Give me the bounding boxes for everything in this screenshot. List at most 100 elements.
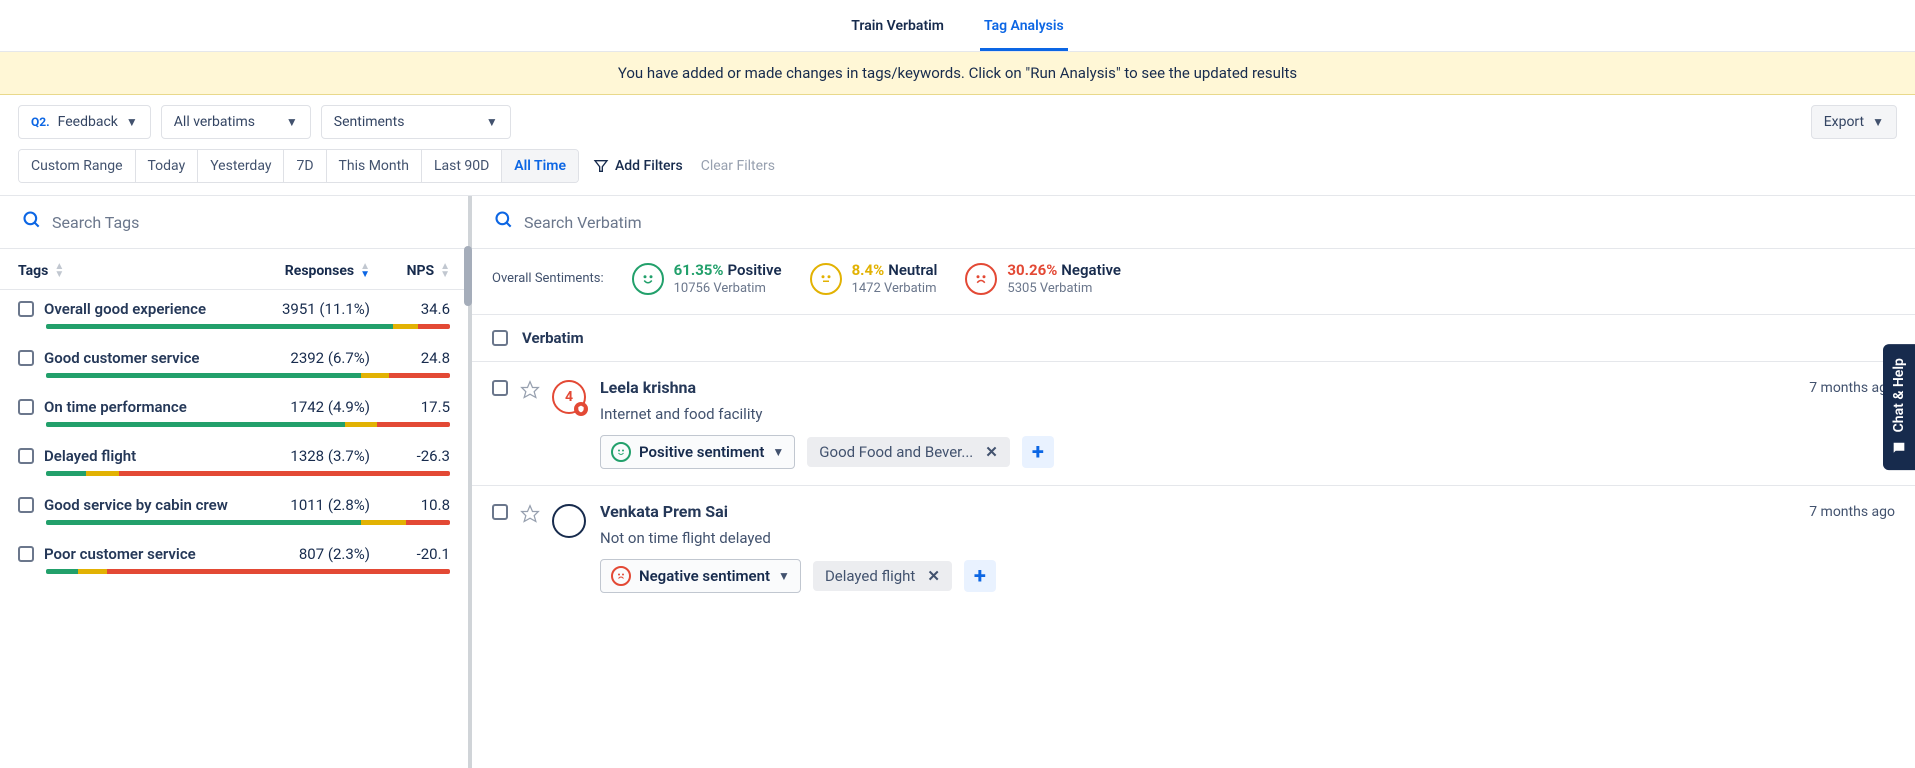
overall-sentiments-label: Overall Sentiments: bbox=[492, 271, 604, 286]
search-icon bbox=[494, 210, 514, 234]
col-tags-label[interactable]: Tags bbox=[18, 263, 48, 279]
chevron-down-icon: ▼ bbox=[126, 115, 138, 129]
verbatim-author: Venkata Prem Sai bbox=[600, 502, 728, 521]
scrollbar-thumb[interactable] bbox=[464, 246, 472, 306]
remove-tag-icon[interactable]: ✕ bbox=[923, 567, 944, 585]
date-all-time[interactable]: All Time bbox=[502, 150, 578, 182]
date-today[interactable]: Today bbox=[136, 150, 199, 182]
verbatim-text: Not on time flight delayed bbox=[600, 529, 1895, 547]
verbatim-panel: Search Verbatim Overall Sentiments: 61.3… bbox=[472, 196, 1915, 768]
negative-label: Negative bbox=[1061, 261, 1121, 279]
date-this-month[interactable]: This Month bbox=[327, 150, 422, 182]
sort-icon[interactable]: ▲▼ bbox=[440, 263, 450, 279]
tag-name: Good service by cabin crew bbox=[44, 496, 240, 514]
verbatim-author: Leela krishna bbox=[600, 378, 696, 397]
sort-icon[interactable]: ▲▼ bbox=[54, 263, 64, 279]
add-filters-button[interactable]: Add Filters bbox=[593, 158, 683, 174]
tag-chip: Delayed flight ✕ bbox=[813, 561, 952, 591]
notice-bar: You have added or made changes in tags/k… bbox=[0, 52, 1915, 95]
sentiment-bar bbox=[46, 569, 450, 574]
chevron-down-icon: ▼ bbox=[772, 445, 784, 459]
question-label: Feedback bbox=[58, 114, 118, 130]
sentiment-bar bbox=[46, 422, 450, 427]
positive-count: 10756 Verbatim bbox=[674, 281, 782, 296]
tag-row[interactable]: On time performance 1742 (4.9%) 17.5 bbox=[0, 388, 468, 437]
date-7d[interactable]: 7D bbox=[284, 150, 326, 182]
verbatim-checkbox[interactable] bbox=[492, 380, 508, 396]
tag-checkbox[interactable] bbox=[18, 399, 34, 415]
tag-checkbox[interactable] bbox=[18, 546, 34, 562]
tab-train-verbatim[interactable]: Train Verbatim bbox=[847, 10, 948, 51]
tab-tag-analysis[interactable]: Tag Analysis bbox=[980, 10, 1068, 51]
filter-icon bbox=[593, 158, 609, 174]
star-icon[interactable] bbox=[520, 380, 540, 404]
verbatim-filter-dropdown[interactable]: All verbatims ▼ bbox=[161, 105, 311, 139]
add-filters-label: Add Filters bbox=[615, 158, 683, 174]
sort-icon[interactable]: ▲▼ bbox=[360, 263, 370, 279]
tag-checkbox[interactable] bbox=[18, 350, 34, 366]
chevron-down-icon: ▼ bbox=[778, 569, 790, 583]
sentiment-filter-label: Sentiments bbox=[334, 114, 405, 130]
search-icon bbox=[22, 210, 42, 234]
tag-nps: 17.5 bbox=[380, 398, 450, 416]
verbatim-filter-label: All verbatims bbox=[174, 114, 255, 130]
date-90d[interactable]: Last 90D bbox=[422, 150, 502, 182]
tag-count: 2392 (6.7%) bbox=[250, 349, 370, 367]
main-split: Search Tags Tags ▲▼ Responses ▲▼ NPS ▲▼ bbox=[0, 195, 1915, 768]
search-verbatim[interactable]: Search Verbatim bbox=[472, 196, 1915, 248]
tag-row[interactable]: Good service by cabin crew 1011 (2.8%) 1… bbox=[0, 486, 468, 535]
sentiment-bar bbox=[46, 373, 450, 378]
sentiment-positive: 61.35%Positive 10756 Verbatim bbox=[632, 261, 782, 296]
sentiment-bar bbox=[46, 520, 450, 525]
tag-name: Poor customer service bbox=[44, 545, 240, 563]
select-all-checkbox[interactable] bbox=[492, 330, 508, 346]
sentiment-neutral: 8.4%Neutral 1472 Verbatim bbox=[810, 261, 938, 296]
date-range-group: Custom Range Today Yesterday 7D This Mon… bbox=[18, 149, 579, 183]
star-icon[interactable] bbox=[520, 504, 540, 528]
clear-filters-button[interactable]: Clear Filters bbox=[701, 158, 775, 174]
neutral-icon bbox=[810, 263, 842, 295]
remove-tag-icon[interactable]: ✕ bbox=[981, 443, 1002, 461]
filter-row: Q2. Feedback ▼ All verbatims ▼ Sentiment… bbox=[0, 95, 1915, 149]
tag-count: 3951 (11.1%) bbox=[250, 300, 370, 318]
date-custom[interactable]: Custom Range bbox=[19, 150, 136, 182]
sentiment-filter-dropdown[interactable]: Sentiments ▼ bbox=[321, 105, 511, 139]
col-nps-label[interactable]: NPS bbox=[407, 263, 435, 279]
add-tag-button[interactable]: + bbox=[964, 560, 996, 592]
question-prefix: Q2. bbox=[31, 115, 50, 129]
tag-checkbox[interactable] bbox=[18, 497, 34, 513]
verbatim-row: 4 Leela krishna 7 months ago Internet an… bbox=[472, 361, 1915, 485]
tag-count: 1742 (4.9%) bbox=[250, 398, 370, 416]
neutral-count: 1472 Verbatim bbox=[852, 281, 938, 296]
verbatim-list-header: Verbatim bbox=[472, 315, 1915, 361]
tag-checkbox[interactable] bbox=[18, 448, 34, 464]
question-dropdown[interactable]: Q2. Feedback ▼ bbox=[18, 105, 151, 139]
positive-label: Positive bbox=[728, 261, 782, 279]
positive-pct: 61.35% bbox=[674, 261, 724, 279]
tag-chip-label: Good Food and Bever... bbox=[819, 443, 973, 461]
neutral-label: Neutral bbox=[888, 261, 937, 279]
tag-name: Overall good experience bbox=[44, 300, 240, 318]
tag-row[interactable]: Good customer service 2392 (6.7%) 24.8 bbox=[0, 339, 468, 388]
shield-icon bbox=[574, 402, 588, 416]
add-tag-button[interactable]: + bbox=[1022, 436, 1054, 468]
date-yesterday[interactable]: Yesterday bbox=[198, 150, 284, 182]
tag-row[interactable]: Delayed flight 1328 (3.7%) -26.3 bbox=[0, 437, 468, 486]
tag-row[interactable]: Poor customer service 807 (2.3%) -20.1 bbox=[0, 535, 468, 584]
sentiment-dropdown[interactable]: Negative sentiment ▼ bbox=[600, 559, 801, 593]
search-tags[interactable]: Search Tags bbox=[0, 196, 468, 248]
tag-count: 1328 (3.7%) bbox=[250, 447, 370, 465]
sentiment-dropdown[interactable]: Positive sentiment ▼ bbox=[600, 435, 795, 469]
tag-row[interactable]: Overall good experience 3951 (11.1%) 34.… bbox=[0, 290, 468, 339]
verbatim-checkbox[interactable] bbox=[492, 504, 508, 520]
tag-nps: -26.3 bbox=[380, 447, 450, 465]
verbatim-row: Venkata Prem Sai 7 months ago Not on tim… bbox=[472, 485, 1915, 609]
sentiment-bar bbox=[46, 471, 450, 476]
chat-help-label: Chat & Help bbox=[1891, 358, 1907, 432]
export-button[interactable]: Export ▼ bbox=[1811, 105, 1897, 139]
chat-help-button[interactable]: Chat & Help bbox=[1883, 344, 1915, 470]
sentiment-negative: 30.26%Negative 5305 Verbatim bbox=[965, 261, 1121, 296]
tag-checkbox[interactable] bbox=[18, 301, 34, 317]
col-responses-label[interactable]: Responses bbox=[285, 263, 354, 279]
search-verbatim-placeholder: Search Verbatim bbox=[524, 213, 642, 232]
